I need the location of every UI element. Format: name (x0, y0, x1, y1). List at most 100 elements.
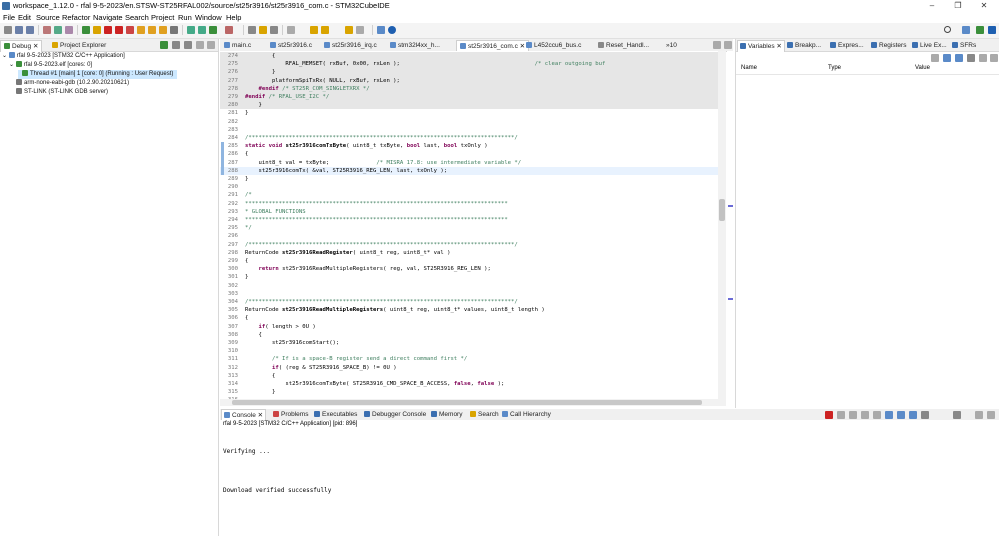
code-line[interactable]: 293 * GLOBAL FUNCTIONS (220, 208, 720, 216)
perspective-c-icon[interactable] (962, 26, 970, 34)
tab-overflow[interactable]: »10 (666, 40, 677, 51)
tree-item-launch[interactable]: ⌄ rfal 9-5-2023 [STM32 C/C++ Application… (0, 52, 125, 61)
variables-maximize-icon[interactable] (990, 54, 998, 62)
console-terminate-icon[interactable] (825, 411, 833, 419)
open-perspective-icon[interactable] (377, 26, 385, 34)
overview-ruler[interactable] (727, 51, 734, 399)
code-line[interactable]: 312 if( (reg & ST25R3916_SPACE_B) != 0U … (220, 364, 720, 372)
code-line[interactable]: 309 st25r3916comStart(); (220, 339, 720, 347)
perspective-debug-icon[interactable] (976, 26, 984, 34)
show-on-output-icon[interactable] (885, 411, 893, 419)
code-line[interactable]: 297 /************************************… (220, 241, 720, 249)
code-line[interactable]: 285 static void st25r3916comTxByte( uint8… (220, 142, 720, 150)
variables-menu-icon[interactable] (967, 54, 975, 62)
code-line[interactable]: 306 { (220, 314, 720, 322)
tab-problems[interactable]: Problems (273, 409, 308, 420)
disconnect-icon[interactable] (126, 26, 134, 34)
open-type-icon[interactable] (248, 26, 256, 34)
remove-launch-icon[interactable] (837, 411, 845, 419)
code-line[interactable]: 294 *************************************… (220, 216, 720, 224)
menu-edit[interactable]: Edit (18, 13, 31, 22)
run-dropdown-icon[interactable] (209, 26, 217, 34)
debug-collapse-icon[interactable] (172, 41, 180, 49)
minimize-button[interactable]: – (919, 0, 945, 12)
code-line[interactable]: 295 */ (220, 224, 720, 232)
code-line[interactable]: 274 { (220, 52, 720, 61)
code-line[interactable]: 313 { (220, 372, 720, 380)
code-line[interactable]: 280 } (220, 101, 720, 110)
annotation-icon[interactable] (287, 26, 295, 34)
debug-view-menu-icon[interactable] (184, 41, 192, 49)
tab-project-explorer[interactable]: Project Explorer (49, 40, 109, 51)
tab-variables[interactable]: Variables ✕ (737, 40, 785, 52)
run-icon[interactable] (187, 26, 195, 34)
display-selected-console-icon[interactable] (909, 411, 917, 419)
menu-help[interactable]: Help (226, 13, 241, 22)
open-console-icon[interactable] (921, 411, 929, 419)
tab-st25r3916-c[interactable]: st25r3916.c (270, 40, 312, 51)
resume-icon[interactable] (82, 26, 90, 34)
menu-source[interactable]: Source (36, 13, 60, 22)
menu-file[interactable]: File (3, 13, 15, 22)
code-line[interactable]: 307 if( length > 0U ) (220, 323, 720, 331)
code-line[interactable]: 305 ReturnCode st25r3916ReadMultipleRegis… (220, 306, 720, 314)
code-line[interactable]: 279 #endif /* RFAL_USE_I2C */ (220, 93, 720, 102)
minimize-view-icon[interactable] (196, 41, 204, 49)
maximize-view-icon[interactable] (207, 41, 215, 49)
menu-navigate[interactable]: Navigate (93, 13, 123, 22)
tab-registers[interactable]: Registers (871, 40, 906, 51)
perspective-cube-icon[interactable] (988, 26, 996, 34)
last-edit-icon[interactable] (345, 26, 353, 34)
code-line[interactable]: 275 RFAL_MEMSET( rxBuf, 0x00, rxLen ); /… (220, 60, 720, 69)
variables-minimize-icon[interactable] (979, 54, 987, 62)
code-line[interactable]: 302 (220, 282, 720, 290)
external-tools-icon[interactable] (225, 26, 233, 34)
save-icon[interactable] (15, 26, 23, 34)
collapse-all-icon[interactable] (931, 54, 939, 62)
remove-all-icon[interactable] (849, 411, 857, 419)
tab-executables[interactable]: Executables (314, 409, 357, 420)
console-output[interactable]: rfal 9-5-2023 [STM32 C/C++ Application] … (220, 420, 999, 536)
tree-item-gdb[interactable]: arm-none-eabi-gdb (10.2.90.20210621) (0, 79, 129, 88)
skip-breakpoints-icon[interactable] (65, 26, 73, 34)
menu-run[interactable]: Run (178, 13, 192, 22)
info-icon[interactable] (388, 26, 396, 34)
menu-window[interactable]: Window (195, 13, 222, 22)
tab-debugger-console[interactable]: Debugger Console (364, 409, 426, 420)
tab-l452ccu6-bus-c[interactable]: L452ccu6_bus.c (526, 40, 581, 51)
nav-forward-icon[interactable] (356, 26, 364, 34)
tree-item-stlink[interactable]: ST-LINK (ST-LINK GDB server) (0, 88, 108, 97)
editor-horizontal-scrollbar[interactable] (220, 399, 726, 406)
code-line[interactable]: 281} (220, 109, 720, 117)
code-line[interactable]: 284 /************************************… (220, 134, 720, 142)
minimize-editor-icon[interactable] (713, 41, 721, 49)
scroll-lock-icon[interactable] (873, 411, 881, 419)
search-icon[interactable] (944, 26, 951, 33)
new-icon[interactable] (4, 26, 12, 34)
tab-main-c[interactable]: main.c (224, 40, 251, 51)
code-line[interactable]: 314 st25r3916comTxByte( ST25R3916_CMD_SP… (220, 380, 720, 388)
tab-memory[interactable]: Memory (431, 409, 462, 420)
editor-hscroll-thumb[interactable] (232, 400, 702, 405)
code-line[interactable]: 277 platformSpiTxRx( NULL, rxBuf, rxLen … (220, 76, 720, 85)
terminate-icon[interactable] (104, 26, 112, 34)
tree-item-elf[interactable]: ⌄ rfal 9-5-2023.elf [cores: 0] (0, 61, 92, 70)
forward-icon[interactable] (321, 26, 329, 34)
editor-vertical-scrollbar[interactable] (718, 51, 726, 399)
code-line[interactable]: 278 #endif /* ST25R_COM_SINGLETXRX */ (220, 84, 720, 93)
tree-item-thread[interactable]: Thread #1 [main] 1 [core: 0] (Running : … (18, 70, 178, 79)
tab-reset-handler[interactable]: Reset_Handl... (598, 40, 649, 51)
step-return-icon[interactable] (159, 26, 167, 34)
code-line[interactable]: 290 (220, 183, 720, 191)
code-line[interactable]: 310 (220, 347, 720, 355)
tab-stm32l4xx-h[interactable]: stm32l4xx_h... (390, 40, 440, 51)
menu-refactor[interactable]: Refactor (62, 13, 90, 22)
console-maximize-icon[interactable] (987, 411, 995, 419)
tab-expressions[interactable]: Expres... (830, 40, 864, 51)
code-line[interactable]: 299 { (220, 257, 720, 265)
code-line[interactable]: 282 (220, 118, 720, 126)
column-type[interactable]: Type (828, 65, 841, 71)
code-line[interactable]: 289} (220, 175, 720, 183)
menu-search[interactable]: Search (125, 13, 149, 22)
code-line[interactable]: 301} (220, 273, 720, 281)
